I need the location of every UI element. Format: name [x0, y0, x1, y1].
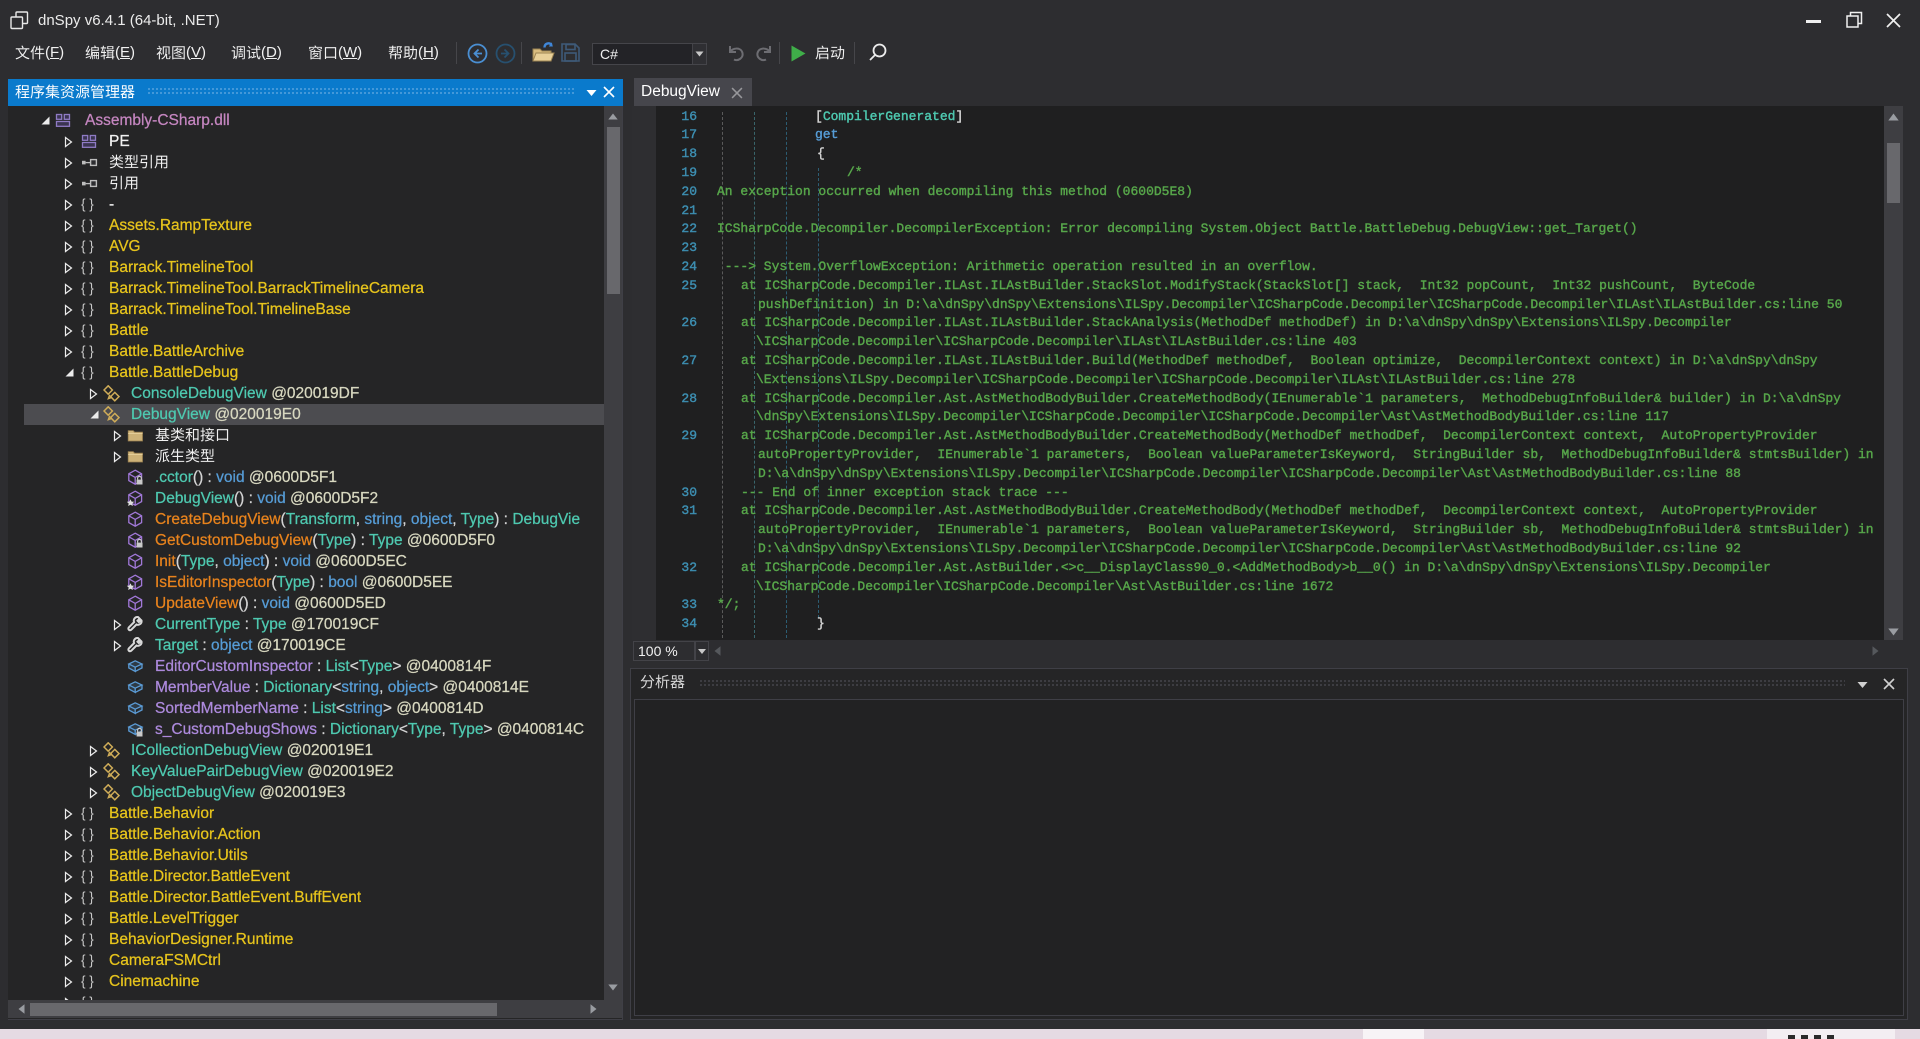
svg-text:{ }: { }: [81, 365, 94, 380]
svg-text:{ }: { }: [81, 890, 94, 905]
svg-text:{ }: { }: [81, 323, 94, 338]
svg-text:{ }: { }: [81, 953, 94, 968]
svg-text:{ }: { }: [81, 932, 94, 947]
svg-text:{ }: { }: [81, 344, 94, 359]
svg-text:{ }: { }: [81, 827, 94, 842]
svg-text:{ }: { }: [81, 197, 94, 212]
svg-text:{ }: { }: [81, 239, 94, 254]
svg-text:{ }: { }: [81, 218, 94, 233]
svg-text:{ }: { }: [81, 302, 94, 317]
svg-text:{ }: { }: [81, 806, 94, 821]
svg-text:{ }: { }: [81, 911, 94, 926]
svg-text:{ }: { }: [81, 848, 94, 863]
svg-text:{ }: { }: [81, 281, 94, 296]
svg-text:{ }: { }: [81, 974, 94, 989]
svg-text:{ }: { }: [81, 869, 94, 884]
svg-text:{ }: { }: [81, 260, 94, 275]
